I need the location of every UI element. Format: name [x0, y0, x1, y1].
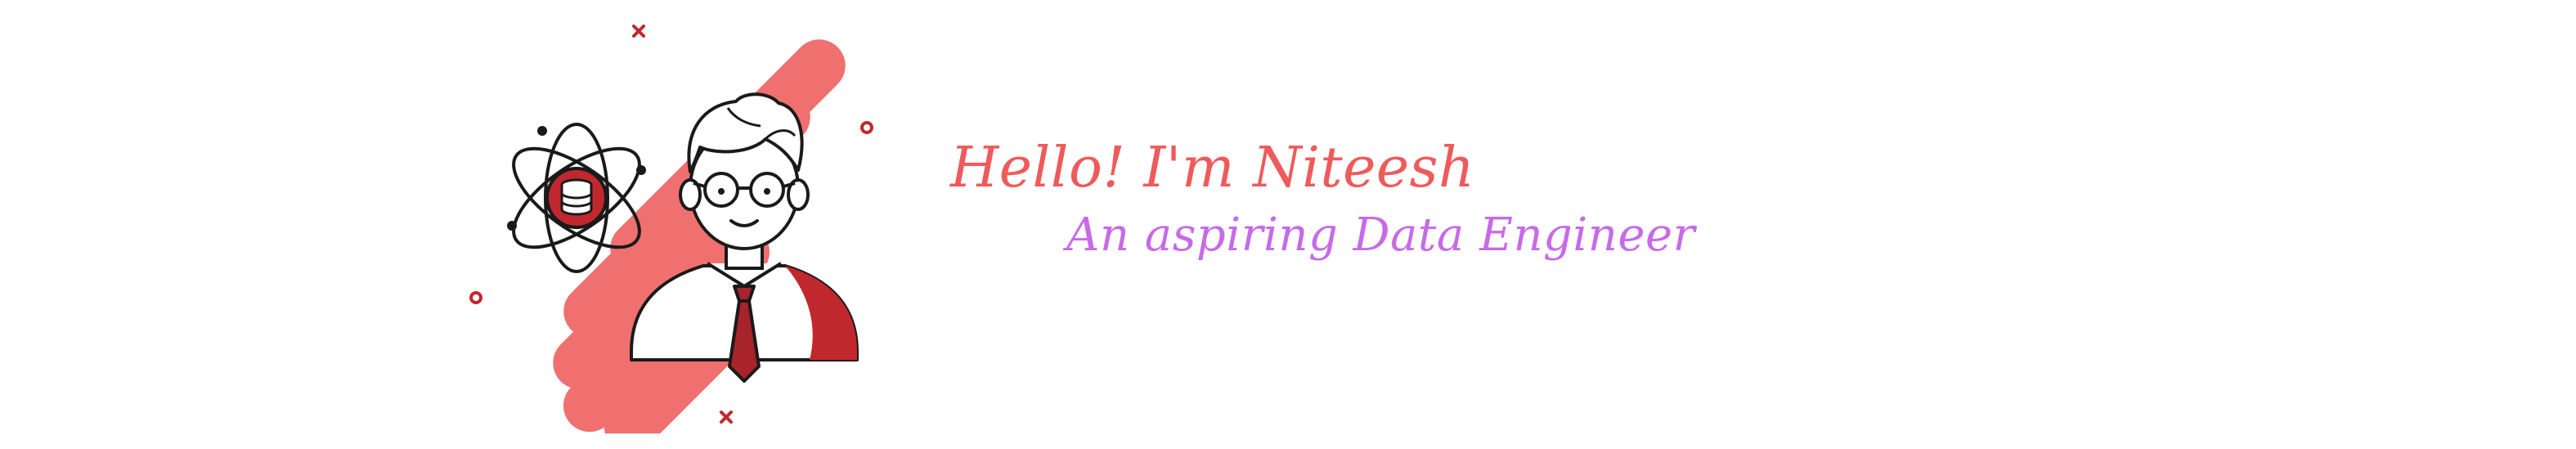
- background-blob: [553, 39, 846, 433]
- circle-icon: [860, 121, 873, 134]
- greeting-heading: Hello! I'm Niteesh: [950, 136, 1475, 200]
- circle-icon: [469, 291, 482, 304]
- subtitle-text: An aspiring Data Engineer: [1066, 209, 1695, 262]
- cross-icon: [720, 411, 733, 424]
- profile-banner: Hello! I'm Niteesh An aspiring Data Engi…: [0, 0, 2576, 449]
- cross-icon: [632, 25, 645, 38]
- developer-illustration: [458, 16, 900, 433]
